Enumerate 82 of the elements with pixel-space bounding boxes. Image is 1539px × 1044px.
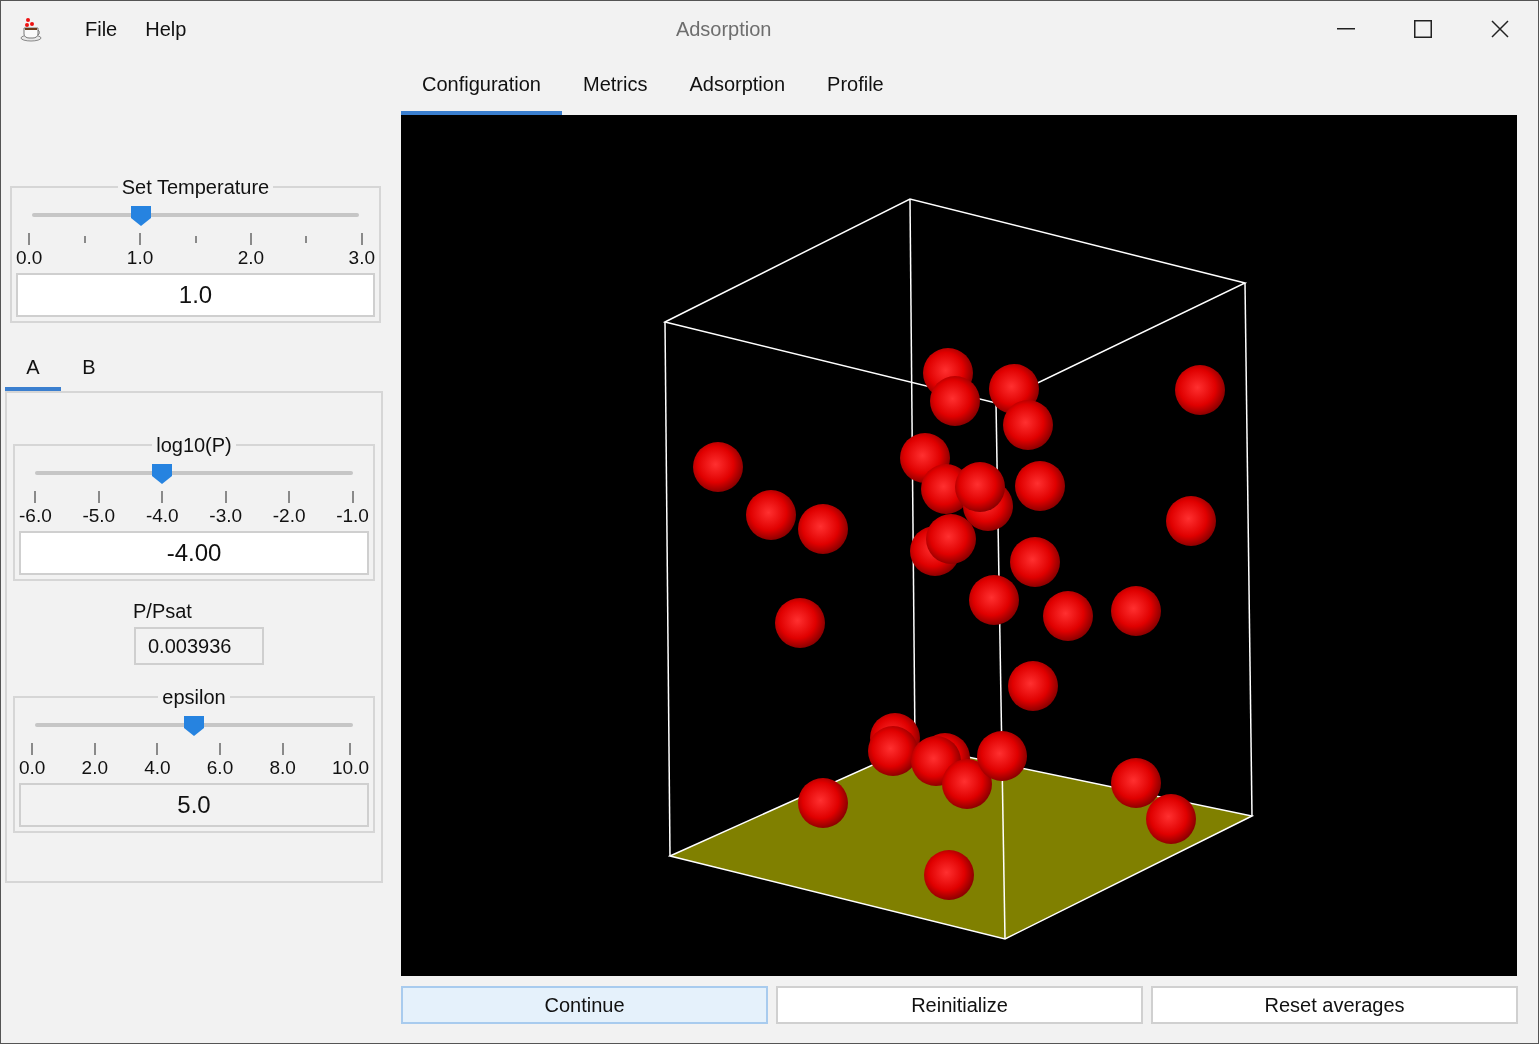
group-title: log10(P) (155, 433, 233, 457)
tick-label: 6.0 (206, 756, 234, 780)
value-field[interactable]: -4.00 (19, 531, 369, 575)
sphere (775, 598, 825, 648)
species-tab[interactable]: B (61, 347, 117, 391)
tick-label: -5.0 (82, 504, 116, 528)
menu-item[interactable]: File (71, 14, 132, 44)
tick-label: -2.0 (272, 504, 306, 528)
tick-label: -3.0 (209, 504, 243, 528)
major-tick (31, 743, 34, 755)
field-label: P/Psat (133, 599, 193, 623)
major-tick (161, 491, 164, 503)
major-tick (288, 491, 291, 503)
value-field: 5.0 (19, 783, 369, 827)
major-tick (28, 233, 31, 245)
readout-field: 0.003936 (134, 627, 264, 665)
maximize-icon (1413, 20, 1432, 38)
slider-thumb[interactable] (151, 463, 174, 485)
major-tick (97, 491, 100, 503)
menu-item[interactable]: Help (131, 14, 201, 44)
minor-tick (83, 236, 86, 243)
sphere (798, 504, 848, 554)
view-tab[interactable]: Metrics (561, 57, 669, 115)
major-tick (219, 743, 221, 755)
view-tab[interactable]: Profile (806, 57, 905, 115)
minor-tick (194, 236, 197, 243)
major-tick (249, 233, 252, 245)
sphere (1146, 794, 1196, 844)
tick-label: 10.0 (331, 756, 369, 780)
sphere (1043, 591, 1093, 641)
major-tick (139, 233, 142, 245)
value-field[interactable]: 1.0 (16, 273, 375, 317)
tick-label: 2.0 (237, 246, 265, 270)
sphere (1175, 365, 1225, 415)
action-button[interactable]: Reinitialize (776, 986, 1143, 1024)
sphere (977, 731, 1027, 781)
major-tick (224, 491, 227, 503)
tick-label: 0.0 (19, 756, 46, 780)
tick-label: 2.0 (81, 756, 108, 780)
sphere (930, 376, 980, 426)
coffee-cup-icon (19, 16, 45, 42)
sphere (798, 778, 848, 828)
sphere (955, 462, 1005, 512)
major-tick (351, 491, 354, 503)
tick-label: 4.0 (144, 756, 171, 780)
tick-label: 3.0 (348, 246, 375, 270)
group-title: Set Temperature (120, 175, 271, 199)
slider-thumb[interactable] (129, 205, 152, 227)
action-button[interactable]: Continue (401, 986, 768, 1024)
sphere (1008, 661, 1058, 711)
minor-tick (305, 236, 308, 243)
tick-label: 1.0 (126, 246, 154, 270)
sphere (746, 490, 796, 540)
sphere (924, 850, 974, 900)
major-tick (34, 491, 37, 503)
tick-label: -6.0 (19, 504, 52, 528)
species-tab[interactable]: A (5, 347, 61, 391)
close-icon (1490, 20, 1509, 38)
tick-label: 0.0 (16, 246, 43, 270)
major-tick (156, 743, 159, 755)
sphere (1003, 400, 1053, 450)
major-tick (360, 233, 363, 245)
tick-label: -1.0 (336, 504, 369, 528)
sphere (1111, 758, 1161, 808)
major-tick (281, 743, 284, 755)
sphere (1015, 461, 1065, 511)
view-tab[interactable]: Adsorption (668, 57, 807, 115)
sphere (868, 726, 918, 776)
sphere (969, 575, 1019, 625)
minimize-icon (1336, 28, 1355, 30)
tick-label: -4.0 (145, 504, 179, 528)
action-button[interactable]: Reset averages (1151, 986, 1518, 1024)
sphere (942, 759, 992, 809)
major-tick (93, 743, 96, 755)
group-title: epsilon (161, 685, 227, 709)
tick-label: 8.0 (269, 756, 296, 780)
major-tick (349, 743, 352, 755)
sphere (1166, 496, 1216, 546)
window-title: Adsorption (675, 17, 772, 42)
sphere (1010, 537, 1060, 587)
sphere (693, 442, 743, 492)
sphere (1111, 586, 1161, 636)
